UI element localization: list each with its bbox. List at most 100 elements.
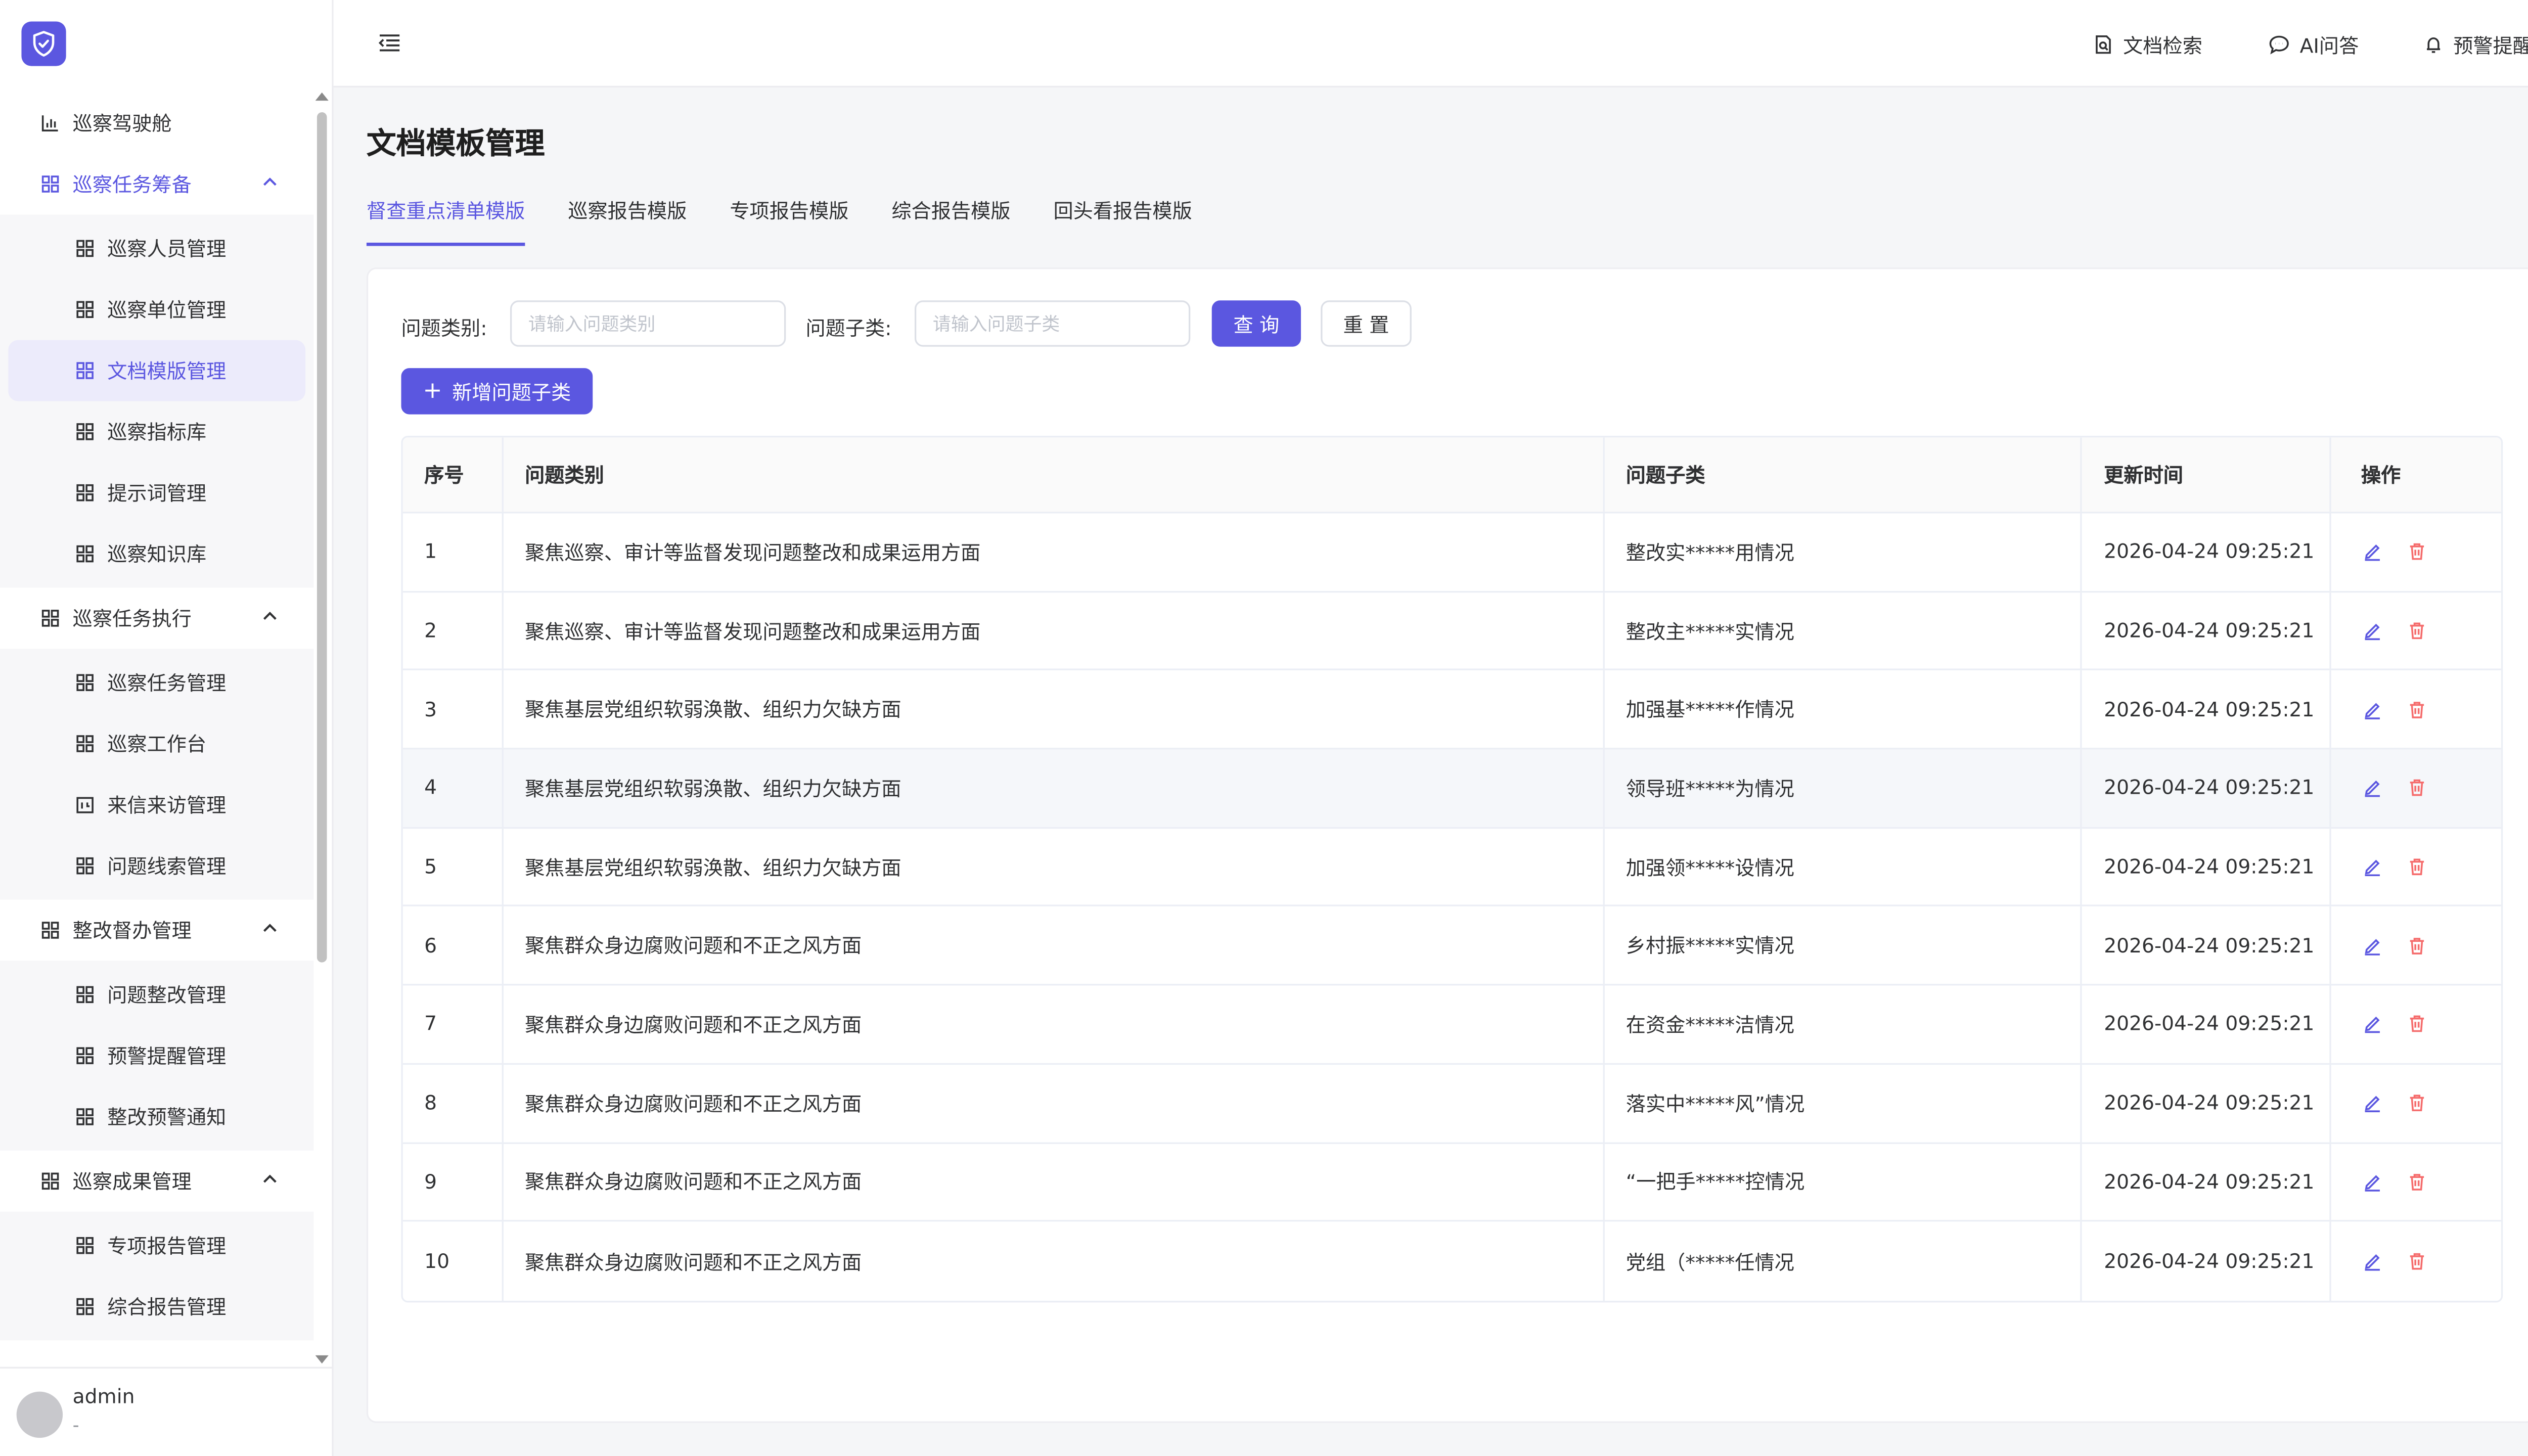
delete-button[interactable] <box>2406 619 2429 643</box>
sidebar-item-dashboard[interactable]: 巡察驾驶舱 <box>0 93 313 154</box>
doc-search-icon <box>2096 35 2111 54</box>
delete-button[interactable] <box>2406 934 2429 957</box>
table-row[interactable]: 7 聚焦群众身边腐败问题和不正之风方面 在资金*****洁情况 2026-04-… <box>402 985 2501 1065</box>
sidebar-group-task-exec[interactable]: 巡察任务执行 <box>0 587 313 649</box>
cell-category: 聚焦群众身边腐败问题和不正之风方面 <box>504 985 1605 1063</box>
sidebar-item-warning-mgmt[interactable]: 预警提醒管理 <box>0 1025 313 1086</box>
delete-button[interactable] <box>2406 1091 2429 1115</box>
trash-icon <box>2410 1253 2424 1270</box>
edit-icon <box>2365 1096 2380 1113</box>
calendar-icon <box>74 795 94 814</box>
sidebar-item-task-mgmt[interactable]: 巡察任务管理 <box>0 652 313 713</box>
cell-subcategory: “一把手*****控情况 <box>1604 1143 2083 1220</box>
query-button[interactable]: 查 询 <box>1211 300 1301 347</box>
table-row[interactable]: 9 聚焦群众身边腐败问题和不正之风方面 “一把手*****控情况 2026-04… <box>402 1143 2501 1222</box>
cell-actions <box>2331 592 2501 669</box>
cell-updated-time: 2026-04-24 09:25:21 <box>2083 1064 2332 1142</box>
scroll-down-icon[interactable] <box>315 1355 329 1364</box>
grid-icon <box>74 1107 94 1126</box>
ai-qa-button[interactable]: AI问答 <box>2269 30 2359 60</box>
table-row[interactable]: 4 聚焦基层党组织软弱涣散、组织力欠缺方面 领导班*****为情况 2026-0… <box>402 749 2501 829</box>
tab-review-report[interactable]: 回头看报告模版 <box>1053 197 1192 246</box>
edit-button[interactable] <box>2361 1170 2384 1194</box>
cell-updated-time: 2026-04-24 09:25:21 <box>2083 1143 2332 1220</box>
edit-button[interactable] <box>2361 619 2384 643</box>
cell-category: 聚焦巡察、审计等监督发现问题整改和成果运用方面 <box>504 513 1605 590</box>
scroll-up-icon[interactable] <box>315 92 329 101</box>
sidebar-item-label: 问题线索管理 <box>107 855 227 879</box>
delete-button[interactable] <box>2406 1250 2429 1273</box>
subcategory-input[interactable] <box>914 300 1191 347</box>
cell-category: 聚焦群众身边腐败问题和不正之风方面 <box>504 1221 1605 1301</box>
table-body: 1 聚焦巡察、审计等监督发现问题整改和成果运用方面 整改实*****用情况 20… <box>402 513 2501 1301</box>
sidebar-item-workbench[interactable]: 巡察工作台 <box>0 713 313 775</box>
grid-icon <box>74 985 94 1005</box>
top-header: 文档检索 AI问答 预警提醒 <box>333 0 2528 88</box>
delete-button[interactable] <box>2406 1013 2429 1036</box>
sidebar-group-rectify[interactable]: 整改督办管理 <box>0 900 313 961</box>
reset-button[interactable]: 重 置 <box>1321 300 1412 347</box>
edit-button[interactable] <box>2361 777 2384 800</box>
grid-icon <box>74 1046 94 1066</box>
tab-special-report[interactable]: 专项报告模版 <box>730 197 848 246</box>
table-row[interactable]: 2 聚焦巡察、审计等监督发现问题整改和成果运用方面 整改主*****实情况 20… <box>402 592 2501 671</box>
add-subcategory-button[interactable]: + 新增问题子类 <box>401 368 593 415</box>
sidebar-item-label: 整改督办管理 <box>72 919 192 943</box>
edit-button[interactable] <box>2361 934 2384 957</box>
delete-button[interactable] <box>2406 1170 2429 1194</box>
cell-updated-time: 2026-04-24 09:25:21 <box>2083 985 2332 1063</box>
edit-button[interactable] <box>2361 1091 2384 1115</box>
sidebar-item-personnel[interactable]: 巡察人员管理 <box>0 218 313 279</box>
cell-index: 9 <box>403 1143 504 1220</box>
sidebar-item-prompts[interactable]: 提示词管理 <box>0 462 313 523</box>
sidebar-item-clues[interactable]: 问题线索管理 <box>0 835 313 896</box>
tab-summary-report[interactable]: 综合报告模版 <box>891 197 1010 246</box>
sidebar-item-knowledge[interactable]: 巡察知识库 <box>0 523 313 584</box>
warning-button[interactable]: 预警提醒 <box>2423 30 2528 60</box>
template-tabs: 督查重点清单模版 巡察报告模版 专项报告模版 综合报告模版 回头看报告模版 <box>366 197 1235 246</box>
sidebar-item-units[interactable]: 巡察单位管理 <box>0 279 313 340</box>
edit-button[interactable] <box>2361 540 2384 564</box>
sidebar-group-results[interactable]: 巡察成果管理 <box>0 1151 313 1212</box>
sidebar-item-summary-report[interactable]: 综合报告管理 <box>0 1276 313 1337</box>
menu-fold-icon[interactable] <box>378 31 401 55</box>
sidebar-item-warning-notice[interactable]: 整改预警通知 <box>0 1086 313 1148</box>
table-row[interactable]: 6 聚焦群众身边腐败问题和不正之风方面 乡村振*****实情况 2026-04-… <box>402 907 2501 986</box>
edit-button[interactable] <box>2361 1013 2384 1036</box>
table-row[interactable]: 8 聚焦群众身边腐败问题和不正之风方面 落实中*****风”情况 2026-04… <box>402 1064 2501 1144</box>
sidebar-scrollbar[interactable] <box>313 92 330 1364</box>
user-panel[interactable]: admin - <box>0 1367 334 1456</box>
cell-subcategory: 领导班*****为情况 <box>1604 749 2083 827</box>
edit-button[interactable] <box>2361 855 2384 879</box>
sidebar-item-label: 问题整改管理 <box>107 984 227 1007</box>
cell-actions <box>2331 1222 2501 1301</box>
tab-inspection-report[interactable]: 巡察报告模版 <box>568 197 687 246</box>
table-row[interactable]: 1 聚焦巡察、审计等监督发现问题整改和成果运用方面 整改实*****用情况 20… <box>402 513 2501 593</box>
sidebar-scroll-thumb[interactable] <box>317 112 327 963</box>
table-row[interactable]: 5 聚焦基层党组织软弱涣散、组织力欠缺方面 加强领*****设情况 2026-0… <box>402 828 2501 907</box>
chevron-up-icon <box>263 177 277 186</box>
delete-button[interactable] <box>2406 540 2429 564</box>
app-logo[interactable] <box>21 21 66 66</box>
edit-button[interactable] <box>2361 1250 2384 1273</box>
sidebar-item-doc-templates[interactable]: 文档模版管理 <box>8 340 306 401</box>
subcategory-table: 序号 问题类别 问题子类 更新时间 操作 1 聚焦巡察、审计等监督发现问题整改和… <box>401 436 2503 1302</box>
tab-checklist[interactable]: 督查重点清单模版 <box>366 197 525 246</box>
avatar[interactable] <box>16 1391 63 1438</box>
sidebar-item-indicators[interactable]: 巡察指标库 <box>0 401 313 462</box>
sidebar-item-letters[interactable]: 来信来访管理 <box>0 774 313 835</box>
header-actions: 操作 <box>2361 464 2401 487</box>
delete-button[interactable] <box>2406 855 2429 879</box>
sidebar-group-task-prep[interactable]: 巡察任务筹备 <box>0 154 313 215</box>
sidebar-item-rectify-mgmt[interactable]: 问题整改管理 <box>0 964 313 1025</box>
cell-index: 4 <box>403 749 504 827</box>
trash-icon <box>2410 622 2424 640</box>
delete-button[interactable] <box>2406 777 2429 800</box>
category-input[interactable] <box>510 300 786 347</box>
table-row[interactable]: 3 聚焦基层党组织软弱涣散、组织力欠缺方面 加强基*****作情况 2026-0… <box>402 670 2501 750</box>
table-row[interactable]: 10 聚焦群众身边腐败问题和不正之风方面 党组（*****任情况 2026-04… <box>403 1221 2501 1301</box>
delete-button[interactable] <box>2406 698 2429 721</box>
edit-button[interactable] <box>2361 698 2384 721</box>
sidebar-item-special-report[interactable]: 专项报告管理 <box>0 1215 313 1276</box>
doc-search-button[interactable]: 文档检索 <box>2093 30 2202 60</box>
